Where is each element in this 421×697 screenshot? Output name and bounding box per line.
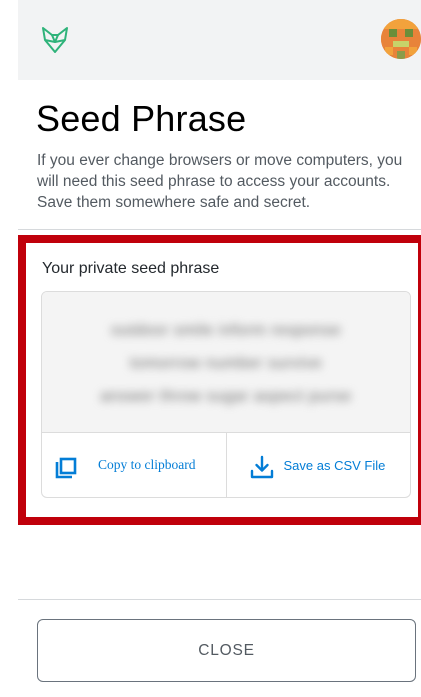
seed-phrase-label: Your private seed phrase bbox=[42, 260, 220, 277]
divider bbox=[18, 229, 421, 230]
save-as-csv-button[interactable]: Save as CSV File bbox=[225, 433, 411, 497]
seed-phrase-line: answer throw sugar aspect purse bbox=[100, 388, 352, 405]
seed-phrase-text-area[interactable]: outdoor smile inform response tomorrow n… bbox=[42, 292, 410, 432]
copy-icon bbox=[55, 457, 77, 479]
download-icon bbox=[249, 454, 275, 480]
fox-logo-icon[interactable] bbox=[40, 26, 70, 54]
seed-phrase-line: outdoor smile inform response bbox=[111, 322, 341, 339]
copy-to-clipboard-button[interactable]: Copy to clipboard bbox=[42, 433, 226, 497]
app-header bbox=[18, 0, 421, 80]
seed-phrase-line: tomorrow number survive bbox=[130, 355, 322, 372]
close-button[interactable]: CLOSE bbox=[37, 619, 416, 682]
seed-phrase-box: outdoor smile inform response tomorrow n… bbox=[41, 291, 411, 498]
account-avatar-icon[interactable] bbox=[381, 19, 421, 59]
divider bbox=[18, 599, 421, 600]
copy-to-clipboard-label: Copy to clipboard bbox=[98, 457, 196, 472]
page-description: If you ever change browsers or move comp… bbox=[37, 152, 403, 211]
seed-phrase-actions: Copy to clipboard Save as CSV File bbox=[42, 432, 411, 497]
save-as-csv-label: Save as CSV File bbox=[283, 458, 386, 473]
page-title: Seed Phrase bbox=[36, 98, 247, 139]
